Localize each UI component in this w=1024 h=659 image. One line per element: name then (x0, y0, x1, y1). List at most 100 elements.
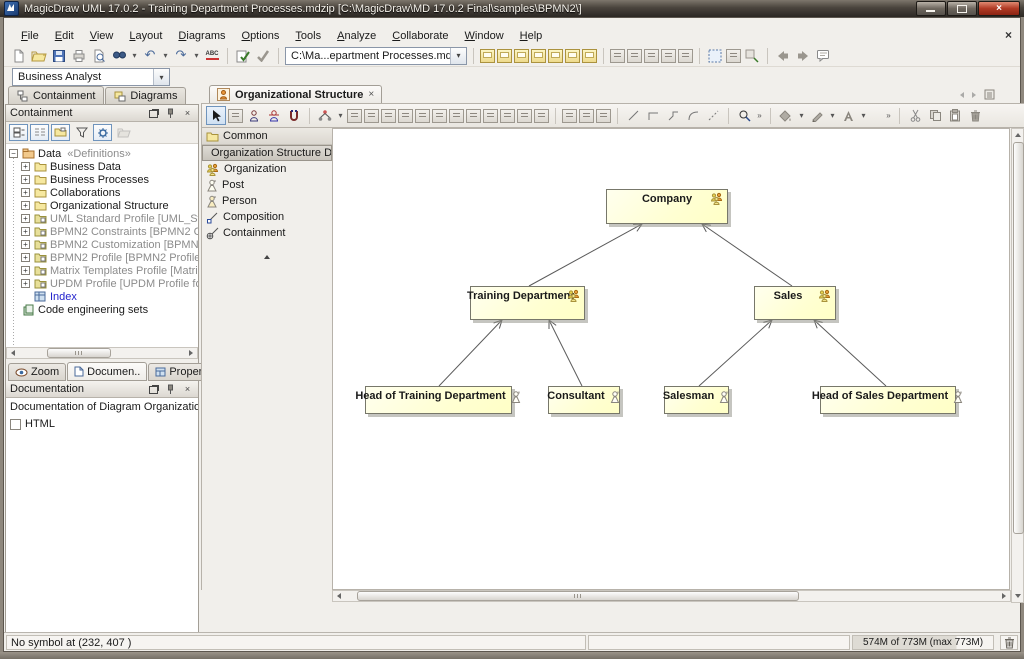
pin-panel-icon[interactable] (164, 383, 177, 395)
collapse-expander-icon[interactable]: − (9, 149, 18, 158)
new-project-icon[interactable] (10, 47, 28, 65)
fill-color-dropdown-icon[interactable]: ▾ (797, 107, 806, 125)
undo-icon[interactable]: ↶ (141, 47, 159, 65)
create-diagram-icon-3[interactable] (514, 49, 529, 63)
magnet-icon[interactable] (285, 107, 303, 125)
expand-expander-icon[interactable]: + (21, 227, 30, 236)
redo-dropdown-icon[interactable]: ▾ (192, 47, 201, 65)
maximize-button[interactable] (947, 1, 977, 16)
same-height-icon[interactable] (500, 109, 515, 123)
filter-icon[interactable] (72, 124, 91, 141)
marquee-select-icon[interactable] (228, 109, 243, 123)
expand-expander-icon[interactable]: + (21, 201, 30, 210)
check-syntax-icon[interactable] (234, 47, 252, 65)
zoom-tool-icon[interactable] (735, 107, 753, 125)
print-icon[interactable] (70, 47, 88, 65)
palette-item-person[interactable]: Person (202, 193, 332, 209)
used-by-icon[interactable] (743, 47, 761, 65)
paste-icon[interactable] (946, 107, 964, 125)
expand-expander-icon[interactable]: + (21, 175, 30, 184)
scroll-down-icon[interactable] (1012, 591, 1024, 601)
outdent-icon[interactable] (534, 109, 549, 123)
grid-icon[interactable] (726, 49, 741, 63)
tab-documentation[interactable]: Documen.. (67, 362, 147, 381)
node-company[interactable]: Company (606, 189, 728, 224)
scroll-right-icon[interactable] (998, 591, 1010, 601)
line-color-dropdown-icon[interactable]: ▾ (828, 107, 837, 125)
palette-item-org-structure-diagram[interactable]: Organization Structure Di... (202, 145, 332, 161)
distribute-vertical-icon[interactable] (466, 109, 481, 123)
tree-item-code-engineering-sets[interactable]: Code engineering sets (6, 303, 198, 316)
tab-diagrams[interactable]: Diagrams (105, 87, 186, 104)
scroll-up-icon[interactable] (1012, 130, 1024, 140)
palette-item-composition[interactable]: Composition (202, 209, 332, 225)
shape-style-2-icon[interactable] (579, 109, 594, 123)
delete-icon[interactable] (966, 107, 984, 125)
expand-expander-icon[interactable]: + (21, 253, 30, 262)
align-middle-icon[interactable] (364, 109, 379, 123)
close-panel-icon[interactable]: × (181, 383, 194, 395)
scroll-left-icon[interactable] (333, 591, 345, 601)
expand-expander-icon[interactable]: + (21, 266, 30, 275)
diagram-canvas[interactable]: Company Training Department Sales Head o… (332, 128, 1010, 590)
menu-tools[interactable]: Tools (288, 28, 328, 44)
menu-file[interactable]: File (14, 28, 46, 44)
perspective-combo[interactable]: Business Analyst ▾ (12, 68, 170, 86)
menu-layout[interactable]: Layout (122, 28, 169, 44)
layout-tree-icon[interactable] (316, 107, 334, 125)
tree-item-bpmn2-customization[interactable]: + BPMN2 Customization [BPMN2 Custo (6, 238, 198, 251)
tab-zoom[interactable]: Zoom (8, 363, 66, 381)
line-dashed-icon[interactable] (704, 107, 722, 125)
line-color-icon[interactable] (808, 107, 826, 125)
palette-item-organization[interactable]: Organization (202, 161, 332, 177)
font-color-dropdown-icon[interactable]: ▾ (859, 107, 868, 125)
related-elements-icon-5[interactable] (678, 49, 693, 63)
tree-item-business-processes[interactable]: + Business Processes (6, 173, 198, 186)
canvas-hscrollbar[interactable] (332, 590, 1011, 602)
tree-item-updm-profile[interactable]: + UPDM Profile [UPDM Profile for BPM (6, 277, 198, 290)
align-left-icon[interactable] (398, 109, 413, 123)
close-button[interactable]: × (978, 1, 1020, 16)
related-elements-icon-2[interactable] (627, 49, 642, 63)
find-dropdown-icon[interactable]: ▾ (130, 47, 139, 65)
menu-view[interactable]: View (83, 28, 121, 44)
pin-panel-icon[interactable] (164, 107, 177, 119)
create-diagram-icon-1[interactable] (480, 49, 495, 63)
copy-icon[interactable] (926, 107, 944, 125)
line-oblique-icon[interactable] (624, 107, 642, 125)
node-head-of-sales-department[interactable]: Head of Sales Department (820, 386, 956, 414)
memory-indicator[interactable]: 574M of 773M (max 773M) (852, 635, 994, 650)
group-by-icon[interactable] (51, 124, 70, 141)
layout-dropdown-icon[interactable]: ▾ (336, 107, 345, 125)
minimize-button[interactable] (916, 1, 946, 16)
html-checkbox[interactable] (10, 419, 21, 430)
node-sales[interactable]: Sales (754, 286, 836, 320)
menu-options[interactable]: Options (235, 28, 287, 44)
line-rectilinear-icon[interactable] (644, 107, 662, 125)
line-curved-icon[interactable] (684, 107, 702, 125)
close-document-icon[interactable]: × (1005, 28, 1012, 42)
comment-icon[interactable] (814, 47, 832, 65)
related-elements-icon-3[interactable] (644, 49, 659, 63)
undo-dropdown-icon[interactable]: ▾ (161, 47, 170, 65)
tab-containment[interactable]: Containment (8, 86, 104, 104)
tree-item-matrix-templates-profile[interactable]: + Matrix Templates Profile [Matrix_Te (6, 264, 198, 277)
fill-color-icon[interactable] (777, 107, 795, 125)
collapse-all-icon[interactable] (9, 124, 28, 141)
tab-organizational-structure[interactable]: Organizational Structure × (209, 85, 382, 103)
palette-collapse-icon[interactable] (202, 250, 332, 262)
create-diagram-icon-7[interactable] (582, 49, 597, 63)
canvas-vscrollbar[interactable] (1011, 128, 1024, 603)
same-width-icon[interactable] (483, 109, 498, 123)
distribute-horizontal-icon[interactable] (449, 109, 464, 123)
align-bottom-icon[interactable] (381, 109, 396, 123)
open-element-icon[interactable] (114, 124, 133, 141)
scroll-right-icon[interactable] (185, 348, 197, 358)
active-project-combo[interactable]: C:\Ma...epartment Processes.mdzip ▾ (285, 47, 467, 65)
tree-item-data[interactable]: − Data «Definitions» (6, 147, 198, 160)
palette-item-post[interactable]: Post (202, 177, 332, 193)
related-elements-icon-4[interactable] (661, 49, 676, 63)
expand-expander-icon[interactable]: + (21, 162, 30, 171)
shape-style-3-icon[interactable] (596, 109, 611, 123)
menu-edit[interactable]: Edit (48, 28, 81, 44)
